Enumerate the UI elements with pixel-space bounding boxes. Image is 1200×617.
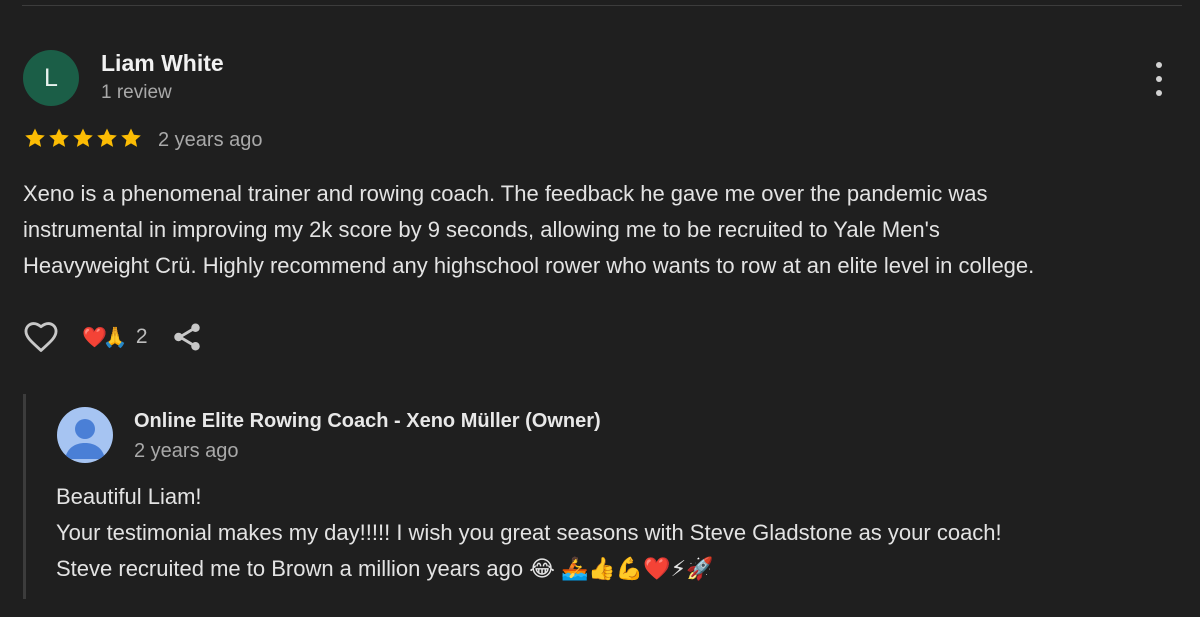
star-rating — [23, 126, 143, 150]
top-divider — [22, 5, 1182, 6]
reply-date: 2 years ago — [134, 440, 239, 462]
share-button[interactable] — [170, 319, 204, 355]
reply-text-line: Your testimonial makes my day!!!!! I wis… — [56, 520, 1002, 545]
reaction-emojis: ❤️🙏 — [82, 326, 128, 349]
reviewer-avatar[interactable]: L — [23, 50, 79, 106]
heart-outline-icon — [24, 322, 58, 352]
star-icon — [23, 126, 47, 150]
review-text: Xeno is a phenomenal trainer and rowing … — [23, 176, 1188, 284]
review-text-line: Heavyweight Crü. Highly recommend any hi… — [23, 253, 1035, 278]
owner-avatar[interactable] — [57, 407, 113, 463]
review-date: 2 years ago — [158, 129, 263, 151]
avatar-letter: L — [44, 63, 58, 92]
person-icon — [65, 419, 105, 459]
review-count: 1 review — [101, 82, 172, 103]
review-text-line: Xeno is a phenomenal trainer and rowing … — [23, 181, 988, 206]
share-icon — [173, 323, 200, 351]
like-button[interactable] — [22, 318, 60, 356]
reactions-button[interactable]: ❤️🙏 2 — [82, 325, 148, 350]
star-icon — [47, 126, 71, 150]
reaction-count: 2 — [135, 325, 148, 348]
reply-text-line: Steve recruited me to Brown a million ye… — [56, 556, 714, 581]
more-vert-icon — [1156, 62, 1162, 68]
more-options-button[interactable] — [1146, 62, 1172, 96]
review-card: L Liam White 1 review 2 years ago Xeno i… — [0, 0, 1200, 617]
owner-name[interactable]: Online Elite Rowing Coach - Xeno Müller … — [134, 410, 601, 433]
reviewer-name[interactable]: Liam White — [101, 50, 224, 77]
review-actions: ❤️🙏 2 — [22, 318, 204, 356]
reply-text: Beautiful Liam! Your testimonial makes m… — [56, 479, 1181, 587]
star-icon — [119, 126, 143, 150]
owner-reply: Online Elite Rowing Coach - Xeno Müller … — [23, 394, 1186, 599]
reply-text-line: Beautiful Liam! — [56, 484, 202, 509]
review-text-line: instrumental in improving my 2k score by… — [23, 217, 940, 242]
star-icon — [95, 126, 119, 150]
star-icon — [71, 126, 95, 150]
